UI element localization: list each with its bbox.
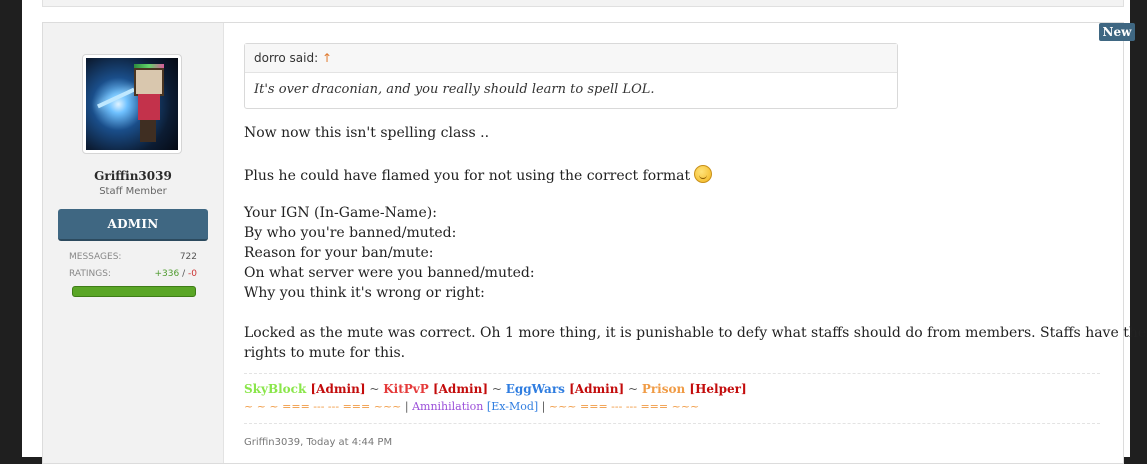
signature-segment: ~ [365, 382, 384, 396]
signature-segment: [ [685, 382, 696, 396]
closing-line-1: Locked as the mute was correct. Oh 1 mor… [244, 325, 1147, 341]
avatar[interactable] [82, 54, 182, 154]
form-line: By who you're banned/muted: [244, 225, 457, 241]
signature-segment: | [404, 400, 413, 413]
ratings-value: +336 / -0 [155, 269, 197, 279]
quote-author: dorro said: [254, 51, 319, 65]
signature-segment: EggWars [505, 382, 565, 396]
signature-segment: | [538, 400, 549, 413]
post-line-1: Now now this isn't spelling class .. [244, 125, 490, 141]
signature-segment: KitPvP [383, 382, 429, 396]
signature-segment: Prison [641, 382, 686, 396]
avatar-body [138, 94, 160, 120]
user-info-panel: Griffin3039 Staff Member ADMIN MESSAGES:… [43, 23, 224, 463]
post-meta[interactable]: Griffin3039, Today at 4:44 PM [244, 437, 392, 448]
ratings-label: RATINGS: [69, 269, 111, 279]
post-line-2: Plus he could have flamed you for not us… [244, 165, 713, 184]
signature-row-1: SkyBlock [Admin] ~ KitPvP [Admin] ~ EggW… [244, 382, 747, 396]
quote-header: dorro said: ↑ [245, 44, 897, 73]
form-line: Reason for your ban/mute: [244, 245, 434, 261]
signature-segment: ~ [488, 382, 506, 396]
form-line: Why you think it's wrong or right: [244, 285, 485, 301]
signature-segment: ~~~ === --- --- === ~~~ [548, 400, 700, 413]
forum-page: New Griffin3039 Staff Member ADMIN MESSA… [22, 0, 1147, 464]
signature-segment: Ex-Mod [491, 400, 534, 413]
messages-label: MESSAGES: [69, 252, 122, 262]
signature-segment: Amnihilation [412, 400, 484, 413]
signature-segment: ] [740, 382, 747, 396]
thinking-face-icon [694, 165, 713, 183]
closing-line-2: rights to mute for this. [244, 345, 406, 361]
ratings-positive: +336 [154, 269, 180, 279]
signature-segment: [ [428, 382, 439, 396]
form-line: On what server were you banned/muted: [244, 265, 535, 281]
messages-value[interactable]: 722 [180, 252, 197, 262]
rating-bar [72, 286, 196, 297]
username-link[interactable]: Griffin3039 [43, 169, 223, 183]
signature-segment: Helper [695, 382, 741, 396]
signature-segment: [ [564, 382, 575, 396]
signature-segment: ~ [624, 382, 642, 396]
previous-post-edge [42, 0, 1124, 7]
quote-jump-arrow-icon[interactable]: ↑ [322, 51, 332, 65]
signature-segment: Admin [574, 382, 619, 396]
avatar-image [86, 58, 178, 150]
new-badge: New [1099, 23, 1135, 41]
avatar-legs [140, 120, 156, 142]
quote-text: It's over draconian, and you really shou… [254, 82, 655, 97]
lightning-graphic [97, 87, 135, 109]
ratings-negative: -0 [188, 269, 197, 279]
signature-segment: Admin [438, 382, 483, 396]
signature-segment: Admin [316, 382, 360, 396]
avatar-head [134, 68, 164, 96]
form-line: Your IGN (In-Game-Name): [244, 205, 437, 221]
signature-segment: SkyBlock [244, 382, 307, 396]
ratings-separator: / [179, 269, 189, 279]
user-title: Staff Member [99, 186, 167, 197]
signature-segment: ~ ~ ~ === --- --- === ~~~ [244, 400, 405, 413]
signature-segment: [ [306, 382, 317, 396]
post-line-2-text: Plus he could have flamed you for not us… [244, 168, 691, 184]
quote-block: dorro said: ↑ It's over draconian, and y… [244, 43, 898, 109]
signature-row-2: ~ ~ ~ === --- --- === ~~~ | Amnihilation… [244, 400, 699, 413]
signature-divider [244, 373, 1100, 374]
forum-post: New Griffin3039 Staff Member ADMIN MESSA… [42, 22, 1147, 464]
admin-banner: ADMIN [58, 209, 208, 241]
footer-divider [244, 423, 1100, 424]
